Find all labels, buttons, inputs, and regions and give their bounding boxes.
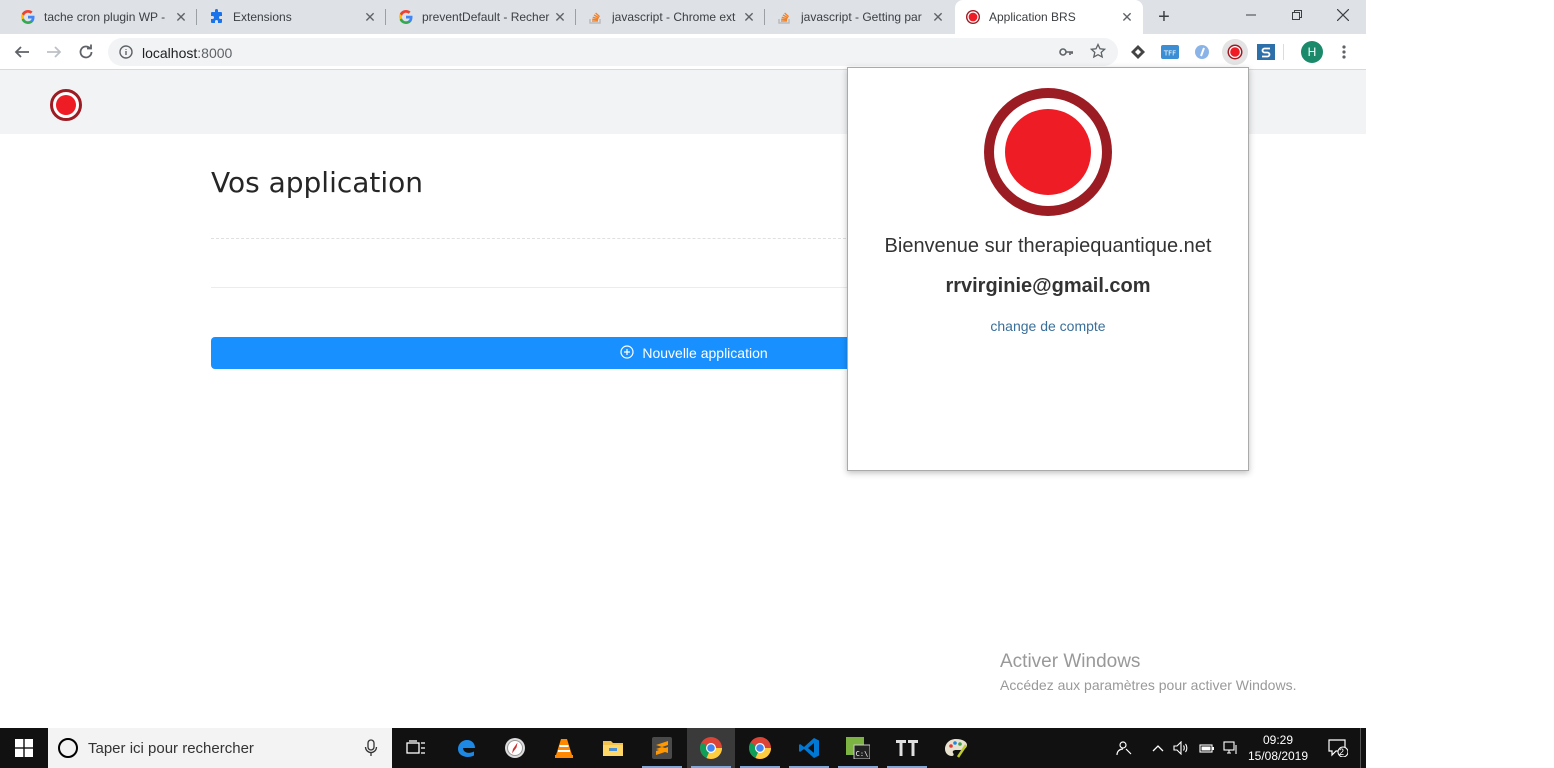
chrome-icon[interactable] [687,728,735,768]
tab-title: preventDefault - Recher [422,10,550,24]
close-icon[interactable]: ✕ [173,9,189,25]
switch-account-link[interactable]: change de compte [848,318,1248,334]
puzzle-icon [209,9,225,25]
plus-circle-icon [620,344,634,362]
tab-cron-plugin[interactable]: tache cron plugin WP - ✕ [0,0,197,34]
key-icon[interactable] [1058,44,1074,65]
vscode-icon[interactable] [785,728,833,768]
account-email: rrvirginie@gmail.com [945,275,1151,297]
windows-taskbar: Taper ici pour rechercher C:\ 09:29 15/0… [0,728,1366,768]
close-icon[interactable]: ✕ [552,9,568,25]
desktop-background [1366,0,1554,768]
stackoverflow-icon [777,9,793,25]
compass-extension-icon[interactable] [1192,42,1212,62]
search-placeholder: Taper ici pour rechercher [88,740,254,757]
back-button[interactable] [10,40,34,64]
browser-toolbar: localhost:8000 TFF H [0,34,1366,70]
screen: tache cron plugin WP - ✕ Extensions ✕ pr… [0,0,1554,768]
task-view-icon[interactable] [392,728,440,768]
network-icon[interactable] [1220,728,1242,768]
new-application-label: Nouvelle application [642,345,768,361]
battery-icon[interactable] [1196,728,1218,768]
brs-logo[interactable] [50,89,82,121]
logo-dot [1005,109,1091,195]
info-icon[interactable] [119,45,133,64]
chrome-window: tache cron plugin WP - ✕ Extensions ✕ pr… [0,0,1366,728]
microphone-icon[interactable] [364,739,378,757]
stackoverflow-icon [588,9,604,25]
tab-title: javascript - Chrome ext [612,10,736,24]
tab-chrome-ext[interactable]: javascript - Chrome ext ✕ [576,0,765,34]
file-explorer-icon[interactable] [589,728,637,768]
welcome-text: Bienvenue sur therapiequantique.net [884,235,1212,257]
compass-app-icon[interactable] [491,728,539,768]
notification-count: 2 [1339,747,1345,757]
url-port: :8000 [197,45,233,61]
close-icon[interactable]: ✕ [1119,9,1135,25]
close-icon[interactable]: ✕ [930,9,946,25]
taskbar-search-box[interactable]: Taper ici pour rechercher [48,728,392,768]
close-icon[interactable]: ✕ [362,9,378,25]
divider [211,238,851,239]
url-text: localhost:8000 [142,45,232,61]
tab-prevent-default[interactable]: preventDefault - Recher ✕ [386,0,576,34]
windows-start-button[interactable] [0,728,48,768]
sublime-text-icon[interactable] [638,728,686,768]
tab-title: tache cron plugin WP - [44,10,166,24]
forward-button[interactable] [42,40,66,64]
clock-time: 09:29 [1262,733,1294,747]
cortana-icon [58,738,78,758]
google-icon [20,9,36,25]
typora-icon[interactable] [883,728,931,768]
tab-title: javascript - Getting par [801,10,922,24]
minimize-button[interactable] [1228,0,1274,30]
diamond-extension-icon[interactable] [1128,42,1148,62]
address-bar[interactable]: localhost:8000 [108,38,1118,66]
close-icon[interactable]: ✕ [741,9,757,25]
brs-extension-icon[interactable] [1222,39,1248,65]
people-icon[interactable] [1110,728,1138,768]
vlc-icon[interactable] [540,728,588,768]
svg-text:TFF: TFF [1163,50,1176,58]
star-icon[interactable] [1089,42,1107,64]
activate-subtitle: Accédez aux paramètres pour activer Wind… [1000,677,1297,693]
activate-title: Activer Windows [1000,651,1141,672]
volume-icon[interactable] [1170,728,1192,768]
edge-icon[interactable] [442,728,490,768]
menu-dots-icon[interactable] [1334,42,1354,62]
profile-avatar[interactable]: H [1301,41,1323,63]
tab-strip: tache cron plugin WP - ✕ Extensions ✕ pr… [0,0,1366,34]
taskbar-clock[interactable]: 09:29 15/08/2019 [1244,732,1312,764]
brs-large-logo [984,88,1112,216]
chevron-up-icon[interactable] [1148,728,1168,768]
logo-dot [56,95,76,115]
svg-text:C:\: C:\ [856,750,869,758]
chrome-profile-icon[interactable] [736,728,784,768]
tab-application-brs[interactable]: Application BRS ✕ [955,0,1143,34]
divider [211,287,851,288]
tab-getting-params[interactable]: javascript - Getting par ✕ [765,0,954,34]
logo-ring [994,98,1102,206]
url-host: localhost [142,45,198,61]
show-desktop-button[interactable] [1360,728,1366,768]
tab-extensions[interactable]: Extensions ✕ [197,0,386,34]
restore-button[interactable] [1274,0,1320,30]
reload-button[interactable] [74,40,98,64]
new-tab-button[interactable]: + [1152,5,1176,29]
tab-title: Extensions [233,10,292,24]
page-title: Vos application [211,166,424,199]
tff-extension-icon[interactable]: TFF [1160,42,1180,62]
toolbar-separator [1283,44,1284,60]
clock-date: 15/08/2019 [1247,749,1309,763]
tab-title: Application BRS [989,10,1076,24]
paint-icon[interactable] [932,728,980,768]
google-icon [398,9,414,25]
activate-windows-watermark: Activer Windows Accédez aux paramètres p… [1000,651,1296,693]
terminal-app-icon[interactable]: C:\ [834,728,882,768]
s-extension-icon[interactable] [1256,42,1276,62]
extension-popup: Bienvenue sur therapiequantique.net rrvi… [847,67,1249,471]
record-icon [965,9,981,25]
close-window-button[interactable] [1320,0,1366,30]
notification-center-icon[interactable]: 2 [1320,728,1356,768]
